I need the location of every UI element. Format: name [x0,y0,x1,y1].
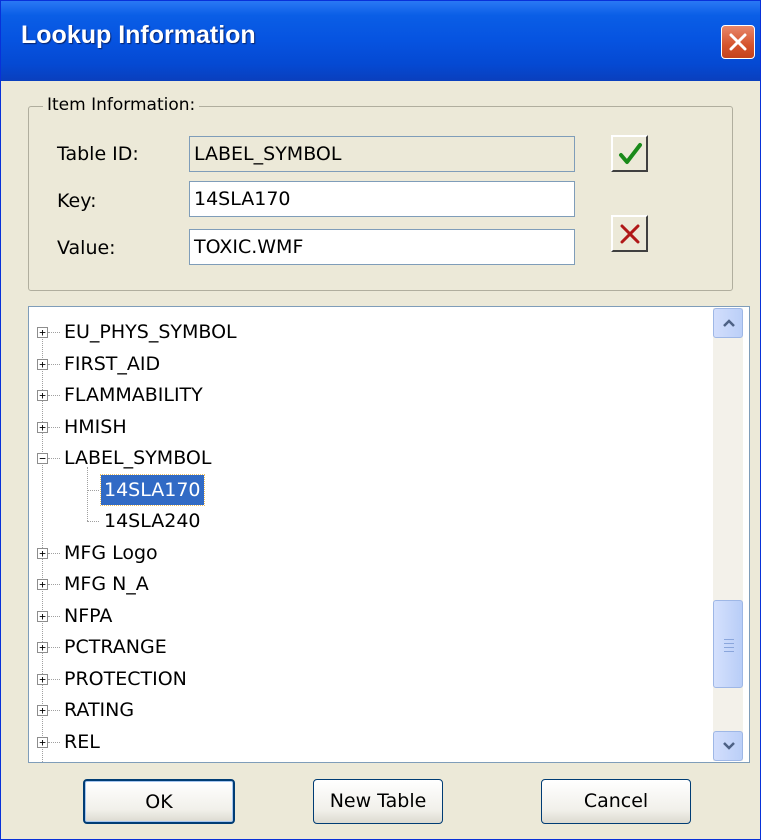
expander-glyph: − [39,452,46,465]
window-title: Lookup Information [21,21,256,49]
tree-node-item[interactable]: + NFPA [29,601,709,631]
expand-icon[interactable]: + [37,546,48,560]
tree-connector [48,332,60,333]
tree-item-label: REL [64,730,100,753]
scroll-up-button[interactable] [713,308,743,338]
close-button[interactable] [721,25,755,59]
expand-icon[interactable]: + [37,735,48,749]
expand-icon[interactable]: + [37,705,48,716]
tree-item-label: EU_PHYS_SYMBOL [64,321,237,343]
expander-glyph: + [39,672,46,686]
tree-node-item[interactable]: + FLAMMABILITY [29,380,709,410]
tree-connector [48,678,60,680]
expand-icon[interactable]: + [37,642,48,653]
table-id-field: LABEL_SYMBOL [189,136,575,172]
expand-icon[interactable]: + [37,420,48,434]
expand-icon[interactable]: + [37,327,48,338]
lookup-tree[interactable]: + EU_PHYS_SYMBOL + FIRST_AID + FLAMMABILITY + H… [28,306,750,763]
item-information-legend: Item Information: [43,95,200,115]
tree-item-label: FLAMMABILITY [64,384,203,406]
tree-item-label: PROTECTION [64,667,187,690]
tree-connector [48,647,60,648]
expander-glyph: + [39,326,46,339]
cancel-button[interactable]: Cancel [541,779,691,824]
table-id-label: Table ID: [57,143,139,165]
tree-item-label: MFG N_A [64,573,149,595]
expander-glyph: + [39,704,46,717]
tree-item-label: MFG Logo [64,541,158,564]
ok-button[interactable]: OK [83,779,235,824]
key-field[interactable]: 14SLA170 [189,181,575,217]
expander-glyph: + [39,420,46,434]
tree-item-label: FIRST_AID [64,352,161,375]
expand-icon[interactable]: + [37,579,48,590]
tree-node-item[interactable]: + REL [29,727,709,757]
collapse-icon[interactable]: − [37,453,48,464]
lookup-information-dialog: Lookup Information Item Information: Tab… [0,0,761,840]
tree-node-item[interactable]: + MFG Logo [29,538,709,568]
tree-node-item[interactable]: + PCTRANGE [29,632,709,662]
expander-glyph: + [39,641,46,654]
tree-item-label: HMISH [64,415,127,438]
expand-icon[interactable]: + [37,672,48,686]
close-icon [729,33,747,51]
tree-node-item[interactable]: + RATING [29,695,709,725]
scroll-down-button[interactable] [713,731,743,761]
thumb-grip-line [724,639,734,640]
tree-node-item[interactable]: + MFG N_A [29,569,709,599]
checkmark-icon [619,143,642,164]
tree-child-item[interactable]: 14SLA240 [29,506,709,536]
tree-item-label: 14SLA170 [100,473,205,506]
tree-node-item[interactable]: + HMISH [29,412,709,442]
tree-connector [48,584,60,585]
key-label: Key: [57,190,97,212]
expand-icon[interactable]: + [37,357,48,371]
confirm-button[interactable] [611,135,648,172]
tree-node-item[interactable]: + EU_PHYS_SYMBOL [29,317,709,347]
chevron-up-icon [723,319,735,327]
expander-glyph: + [39,389,46,402]
thumb-grip-line [724,643,734,644]
chevron-down-icon [723,742,735,750]
expander-glyph: + [39,578,46,591]
tree-item-label: LABEL_SYMBOL [64,447,212,469]
tree-connector [48,741,60,743]
tree-node-item[interactable]: − LABEL_SYMBOL [29,443,709,473]
tree-connector [48,426,60,428]
tree-connector [48,615,60,617]
tree-scrollbar[interactable] [713,308,743,761]
tree-item-label: NFPA [64,604,113,627]
expander-glyph: + [39,735,46,749]
tree-connector [87,521,99,522]
value-label: Value: [57,237,116,259]
tree-item-label: 14SLA240 [104,510,201,532]
tree-child-item[interactable]: 14SLA170 [29,473,709,506]
tree-connector [48,458,60,459]
tree-node-item[interactable]: + FIRST_AID [29,349,709,379]
tree-connector [48,363,60,365]
tree-connector [87,489,99,491]
new-table-button[interactable]: New Table [313,779,443,824]
expand-icon[interactable]: + [37,390,48,401]
value-field[interactable]: TOXIC.WMF [189,229,575,265]
expander-glyph: + [39,546,46,560]
tree-item-label: PCTRANGE [64,636,167,658]
tree-connector [48,395,60,396]
tree-connector [48,552,60,554]
delete-button[interactable] [611,215,648,252]
x-icon [620,224,640,244]
tree-item-label: RATING [64,699,135,721]
tree-node-item[interactable]: + PROTECTION [29,664,709,694]
title-bar[interactable]: Lookup Information [1,1,760,81]
thumb-grip-line [724,647,734,648]
expander-glyph: + [39,609,46,623]
expand-icon[interactable]: + [37,609,48,623]
expander-glyph: + [39,357,46,371]
thumb-grip-line [724,651,734,652]
scrollbar-thumb[interactable] [713,600,743,688]
tree-connector [48,710,60,711]
